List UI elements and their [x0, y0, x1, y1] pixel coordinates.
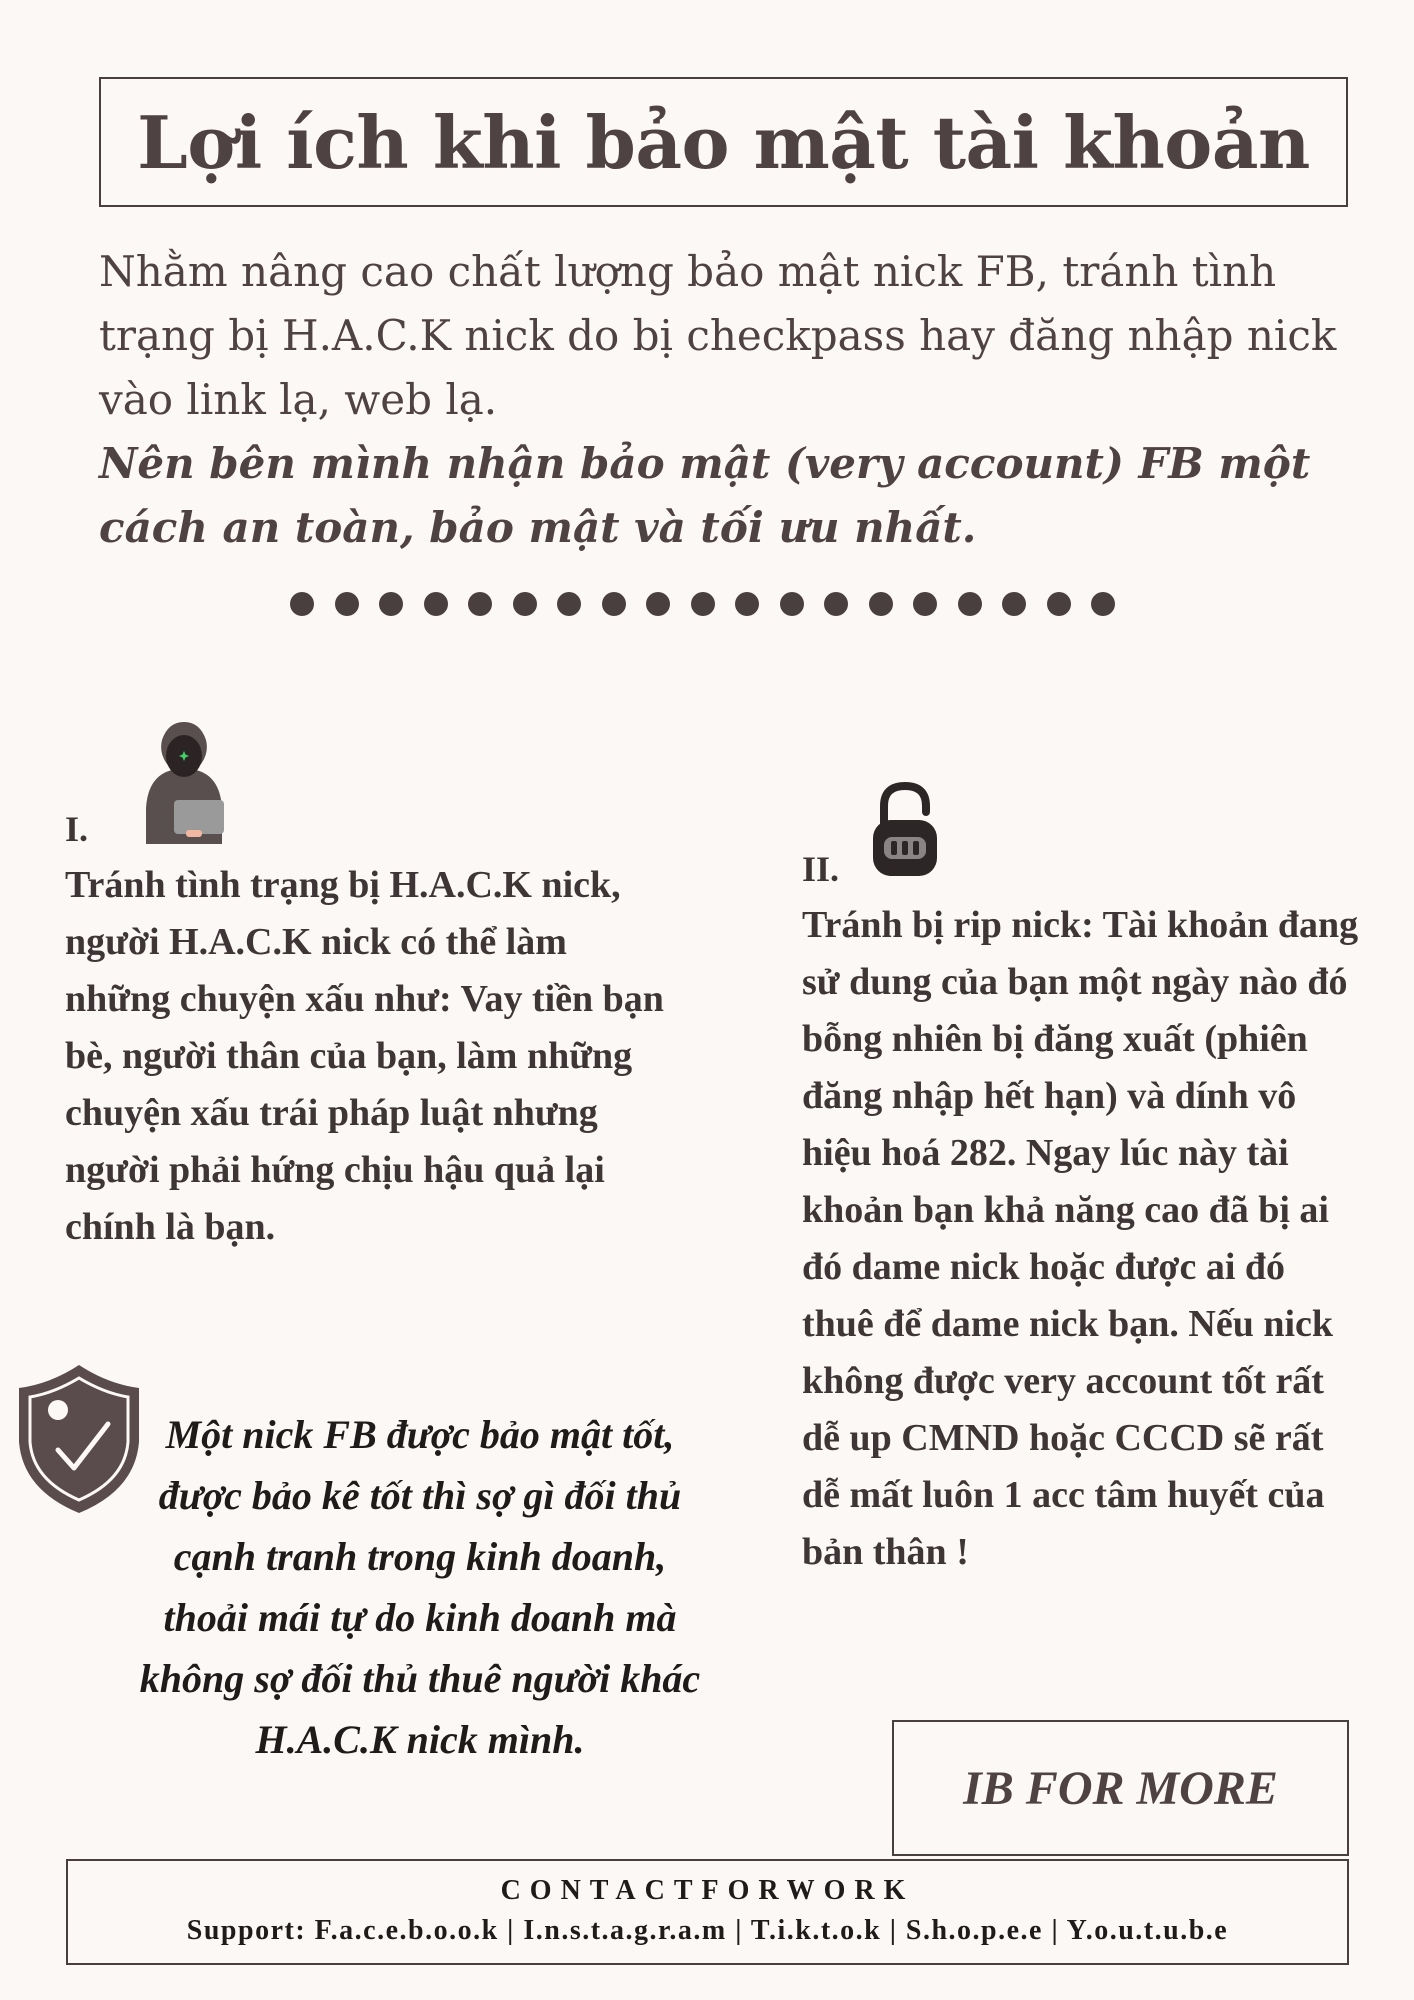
shield-check-icon	[16, 1362, 142, 1516]
divider-dot	[1046, 592, 1071, 616]
divider-dot	[557, 592, 581, 616]
contact-support-line: Support: F.a.c.e.b.o.o.k | I.n.s.t.a.g.r…	[186, 1915, 1229, 1946]
divider-dot	[1002, 592, 1026, 616]
ib-for-more-label: IB FOR MORE	[963, 1761, 1278, 1815]
divider-dot	[379, 592, 403, 616]
divider-dot	[512, 592, 537, 616]
divider-dot	[334, 592, 359, 616]
title-box: Lợi ích khi bảo mật tài khoản	[99, 77, 1348, 207]
hacker-icon	[134, 720, 234, 844]
divider-dot	[468, 592, 492, 616]
divider-dot	[690, 592, 715, 616]
divider-dot	[957, 592, 982, 616]
section-1-text: Tránh tình trạng bị H.A.C.K nick, người …	[65, 864, 664, 1248]
intro-emphasis: Nên bên mình nhận bảo mật (very account)…	[99, 439, 1311, 552]
padlock-icon	[870, 780, 940, 878]
dot-divider	[290, 592, 1130, 618]
section-2-text: Tránh bị rip nick: Tài khoản đang sử dun…	[802, 904, 1359, 1573]
divider-dot	[1091, 592, 1115, 616]
divider-dot	[913, 592, 937, 616]
divider-dot	[779, 592, 804, 616]
intro-text: Nhằm nâng cao chất lượng bảo mật nick FB…	[99, 247, 1337, 424]
divider-dot	[601, 592, 626, 616]
section-1-number: I.	[65, 809, 89, 849]
divider-dot	[824, 592, 848, 616]
divider-dot	[423, 592, 448, 616]
page-title: Lợi ích khi bảo mật tài khoản	[137, 99, 1310, 185]
ib-for-more-box[interactable]: IB FOR MORE	[892, 1720, 1349, 1856]
divider-dot	[735, 592, 759, 616]
contact-title: CONTACTFORWORK	[500, 1875, 915, 1906]
quote-text: Một nick FB được bảo mật tốt, được bảo k…	[139, 1412, 701, 1762]
divider-dot	[868, 592, 893, 616]
contact-box: CONTACTFORWORK Support: F.a.c.e.b.o.o.k …	[66, 1859, 1349, 1965]
section-2-number: II.	[802, 849, 840, 889]
intro: Nhằm nâng cao chất lượng bảo mật nick FB…	[99, 240, 1349, 560]
divider-dot	[646, 592, 670, 616]
divider-dot	[290, 592, 314, 616]
